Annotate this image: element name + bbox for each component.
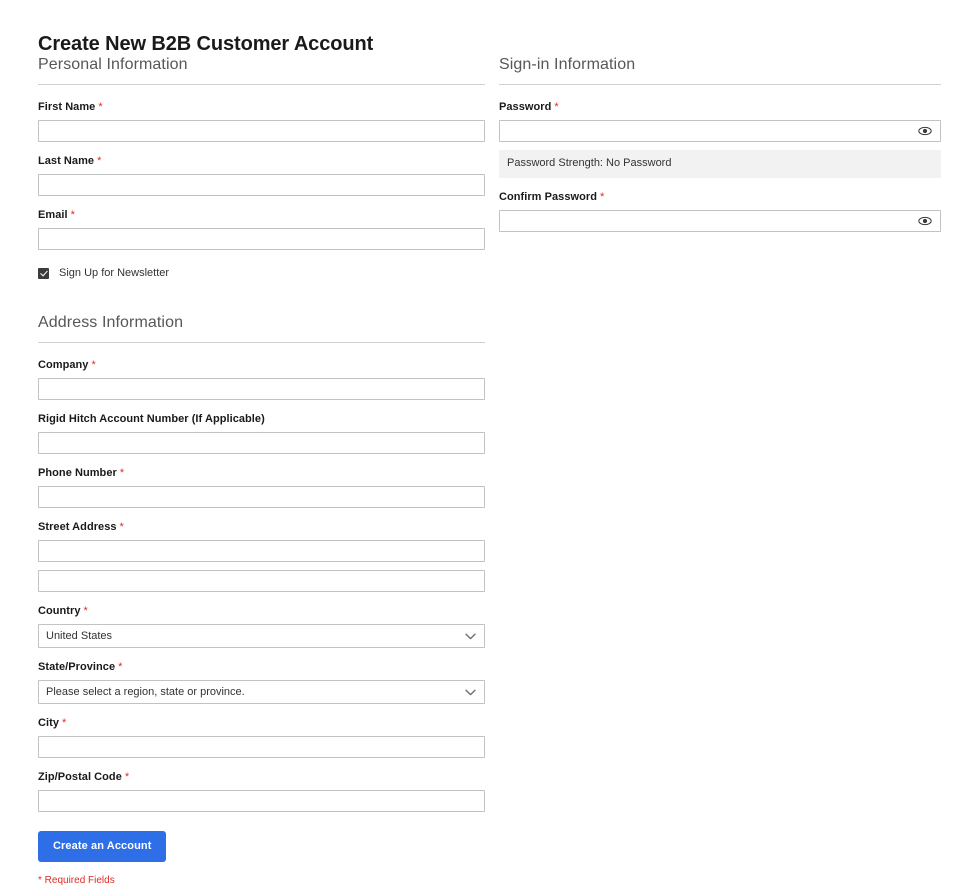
company-label-text: Company <box>38 359 89 371</box>
phone-number-input[interactable] <box>38 486 485 508</box>
signin-information-legend: Sign-in Information <box>499 55 941 85</box>
required-asterisk: * <box>124 771 130 783</box>
create-account-button[interactable]: Create an Account <box>38 831 167 862</box>
field-confirm-password: Confirm Password * <box>499 191 941 232</box>
create-account-page: Create New B2B Customer Account Personal… <box>0 0 979 886</box>
confirm-password-input[interactable] <box>499 210 941 232</box>
newsletter-label[interactable]: Sign Up for Newsletter <box>59 267 169 280</box>
eye-icon[interactable] <box>913 120 937 142</box>
personal-information-legend: Personal Information <box>38 55 485 85</box>
field-first-name: First Name * <box>38 101 485 142</box>
first-name-label: First Name * <box>38 101 485 114</box>
email-input[interactable] <box>38 228 485 250</box>
city-input[interactable] <box>38 736 485 758</box>
field-state-province: State/Province * Please select a region, … <box>38 661 485 704</box>
required-asterisk: * <box>91 359 96 371</box>
state-province-select[interactable]: Please select a region, state or provinc… <box>38 680 485 704</box>
last-name-label-text: Last Name <box>38 155 95 167</box>
country-select-wrapper: United States <box>38 624 485 648</box>
account-number-label: Rigid Hitch Account Number (If Applicabl… <box>38 413 485 426</box>
required-asterisk: * <box>70 209 75 221</box>
zip-postal-code-input[interactable] <box>38 790 485 812</box>
newsletter-checkbox[interactable] <box>38 268 49 279</box>
newsletter-checkbox-row[interactable]: Sign Up for Newsletter <box>38 267 485 280</box>
password-input[interactable] <box>499 120 941 142</box>
required-asterisk: * <box>83 605 88 617</box>
last-name-label: Last Name * <box>38 155 485 168</box>
email-label: Email * <box>38 209 485 222</box>
country-label: Country * <box>38 605 485 618</box>
email-label-text: Email <box>38 209 68 221</box>
required-asterisk: * <box>119 521 124 533</box>
field-phone-number: Phone Number * <box>38 467 485 508</box>
country-label-text: Country <box>38 605 81 617</box>
account-number-input[interactable] <box>38 432 485 454</box>
left-column: Personal Information First Name * Last Na… <box>38 55 485 887</box>
page-title: Create New B2B Customer Account <box>38 33 374 56</box>
state-province-label: State/Province * <box>38 661 485 674</box>
required-asterisk: * <box>61 717 67 729</box>
required-asterisk: * <box>97 155 102 167</box>
required-asterisk: * <box>119 467 125 479</box>
street-address-label: Street Address * <box>38 521 485 534</box>
phone-number-label: Phone Number * <box>38 467 485 480</box>
city-label: City * <box>38 717 485 730</box>
required-asterisk: * <box>599 191 605 203</box>
last-name-input[interactable] <box>38 174 485 196</box>
street-address-label-text: Street Address <box>38 521 117 533</box>
confirm-password-label: Confirm Password * <box>499 191 941 204</box>
required-asterisk: * <box>98 101 103 113</box>
state-province-label-text: State/Province <box>38 661 116 673</box>
street-address-line1-input[interactable] <box>38 540 485 562</box>
required-asterisk: * <box>118 661 123 673</box>
confirm-password-label-text: Confirm Password <box>499 191 597 203</box>
company-label: Company * <box>38 359 485 372</box>
company-input[interactable] <box>38 378 485 400</box>
field-last-name: Last Name * <box>38 155 485 196</box>
street-address-line2-input[interactable] <box>38 570 485 592</box>
field-country: Country * United States <box>38 605 485 648</box>
password-input-wrapper <box>499 120 941 142</box>
password-label: Password * <box>499 101 941 114</box>
eye-icon[interactable] <box>913 210 937 232</box>
password-strength-indicator: Password Strength: No Password <box>499 150 941 178</box>
confirm-password-input-wrapper <box>499 210 941 232</box>
first-name-input[interactable] <box>38 120 485 142</box>
zip-postal-code-label: Zip/Postal Code * <box>38 771 485 784</box>
field-street-address: Street Address * <box>38 521 485 562</box>
right-column: Sign-in Information Password * Password S… <box>499 55 941 245</box>
first-name-label-text: First Name <box>38 101 96 113</box>
required-fields-note: * Required Fields <box>38 875 115 886</box>
country-select[interactable]: United States <box>38 624 485 648</box>
field-company: Company * <box>38 359 485 400</box>
field-zip-postal-code: Zip/Postal Code * <box>38 771 485 812</box>
city-label-text: City <box>38 717 59 729</box>
state-select-wrapper: Please select a region, state or provinc… <box>38 680 485 704</box>
field-account-number: Rigid Hitch Account Number (If Applicabl… <box>38 413 485 454</box>
zip-postal-code-label-text: Zip/Postal Code <box>38 771 122 783</box>
required-asterisk: * <box>554 101 559 113</box>
password-label-text: Password <box>499 101 552 113</box>
field-password: Password * <box>499 101 941 142</box>
phone-number-label-text: Phone Number <box>38 467 117 479</box>
field-city: City * <box>38 717 485 758</box>
field-street-address-line2 <box>38 570 485 592</box>
address-section: Address Information Company * Rigid Hitch… <box>38 313 485 887</box>
account-number-label-text: Rigid Hitch Account Number (If Applicabl… <box>38 413 265 425</box>
field-email: Email * <box>38 209 485 250</box>
address-information-legend: Address Information <box>38 313 485 343</box>
